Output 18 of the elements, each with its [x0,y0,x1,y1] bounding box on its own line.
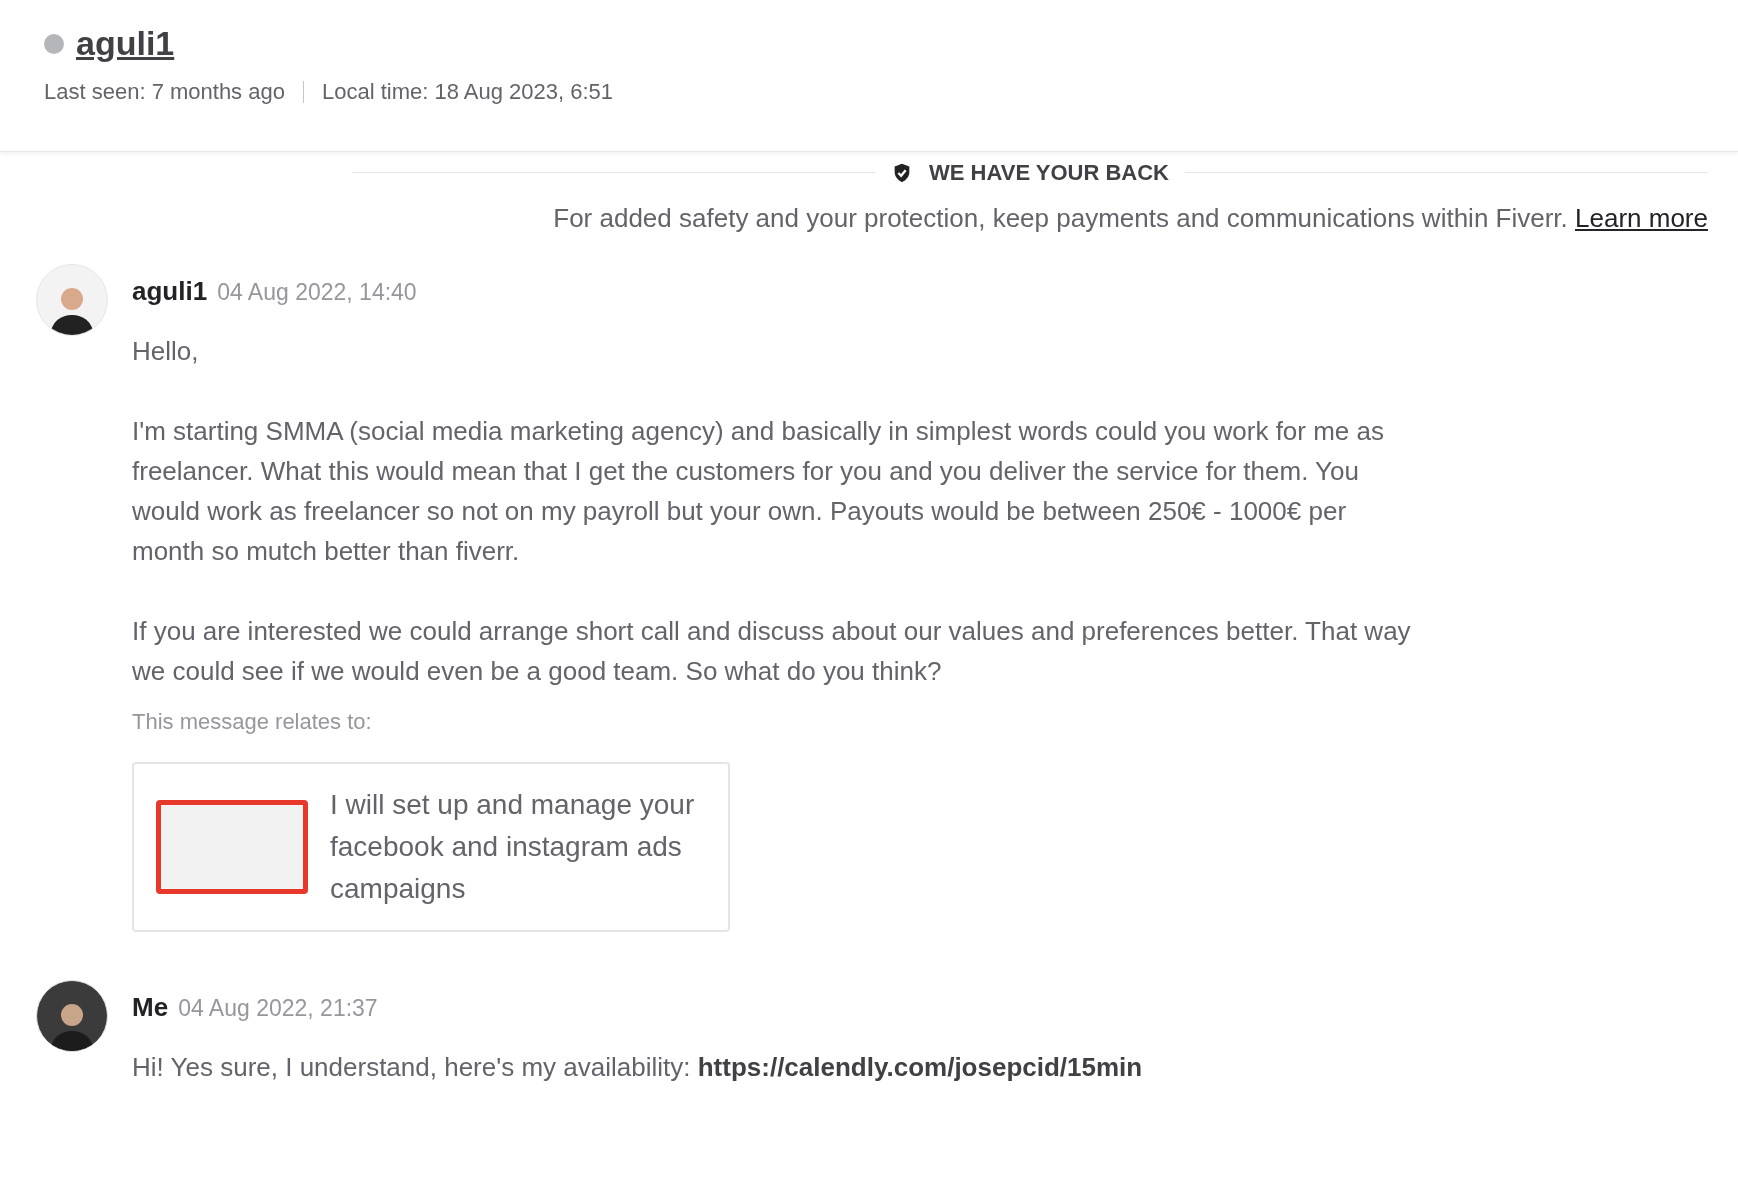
last-seen-text: Last seen: 7 months ago [44,78,285,106]
safety-banner-title: WE HAVE YOUR BACK [929,159,1169,187]
sender-name: aguli1 [132,275,208,308]
safety-notice-text: For added safety and your protection, keep payments and communications within Fiverr. Learn more [552,202,1708,235]
gig-card[interactable]: I will set up and manage your facebook and instagram ads campaigns [132,762,730,932]
relates-label: This message relates to: [132,708,373,736]
gig-title: I will set up and manage your facebook and instagram ads campaigns [330,788,696,906]
local-time-text: Local time: 18 Aug 2023, 6:51 [321,78,614,106]
message-text: If you are interested we could arrange short call and discuss about our values and preferences better. That way we could see if we would even be a good team. So what do you think? [132,615,1412,688]
message-text: Hello, [132,335,200,368]
message-time: 04 Aug 2022, 14:40 [217,278,417,307]
learn-more-link[interactable]: Learn more [1575,203,1708,233]
calendar-link[interactable]: https://calendly.com/josepcid/15min [697,1052,1143,1082]
username-link[interactable]: aguli1 [76,18,175,69]
message-text: I'm starting SMMA (social media marketing agency) and basically in simplest words could you work for me as freelancer. What this would mean that I get the customers for you and you deliver the service for them. You would work as freelancer so not on my payroll but your own. Payouts would be between 250€ - 1000€ per month so mutch better than fiverr. [132,415,1385,568]
message-text: Hi! Yes sure, I understand, here's my availability: https://calendly.com/josepcid/15min [132,1051,1144,1084]
message-time: 04 Aug 2022, 21:37 [178,994,378,1023]
sender-name: Me [132,991,169,1024]
